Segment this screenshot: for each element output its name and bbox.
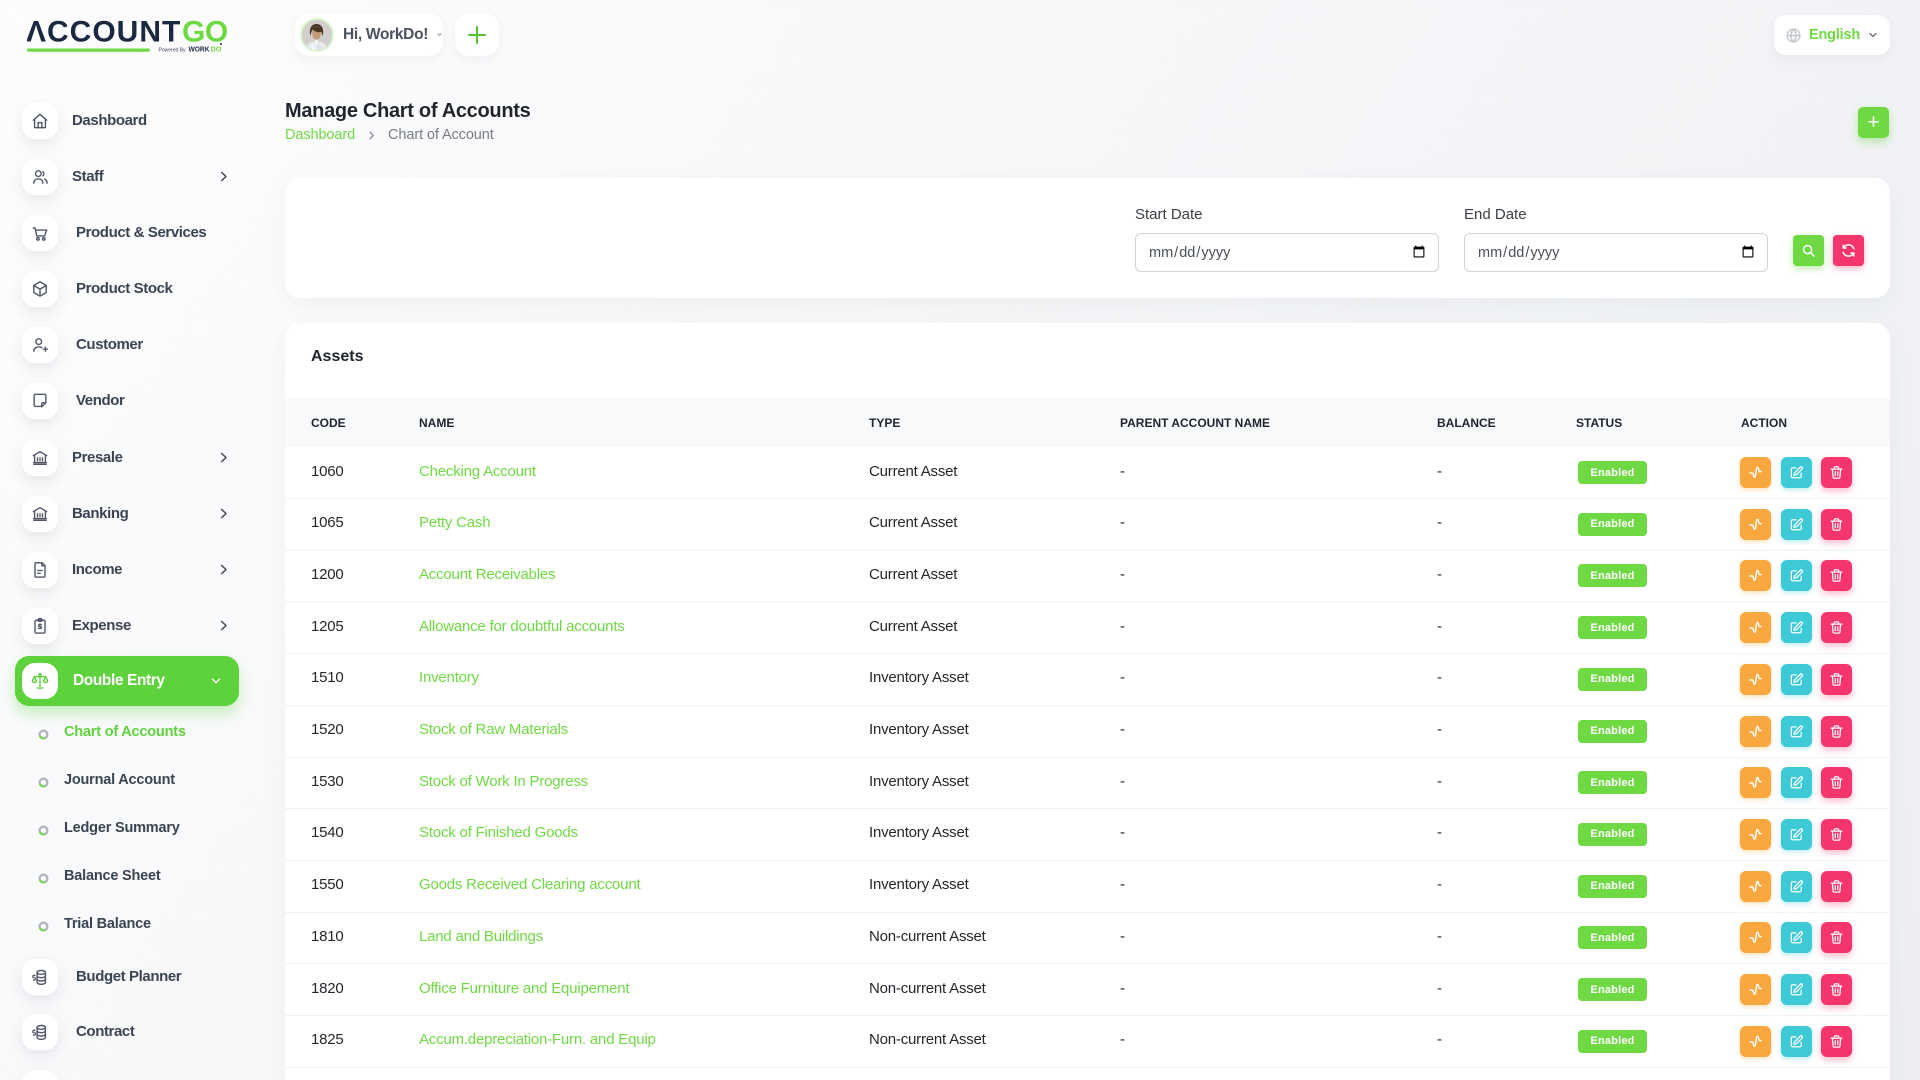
svg-text:DO: DO [211,45,222,54]
svg-text:WORK: WORK [189,45,210,54]
svg-text:ΛCCOUNT: ΛCCOUNT [27,16,181,49]
svg-text:Powered By: Powered By [159,47,186,53]
